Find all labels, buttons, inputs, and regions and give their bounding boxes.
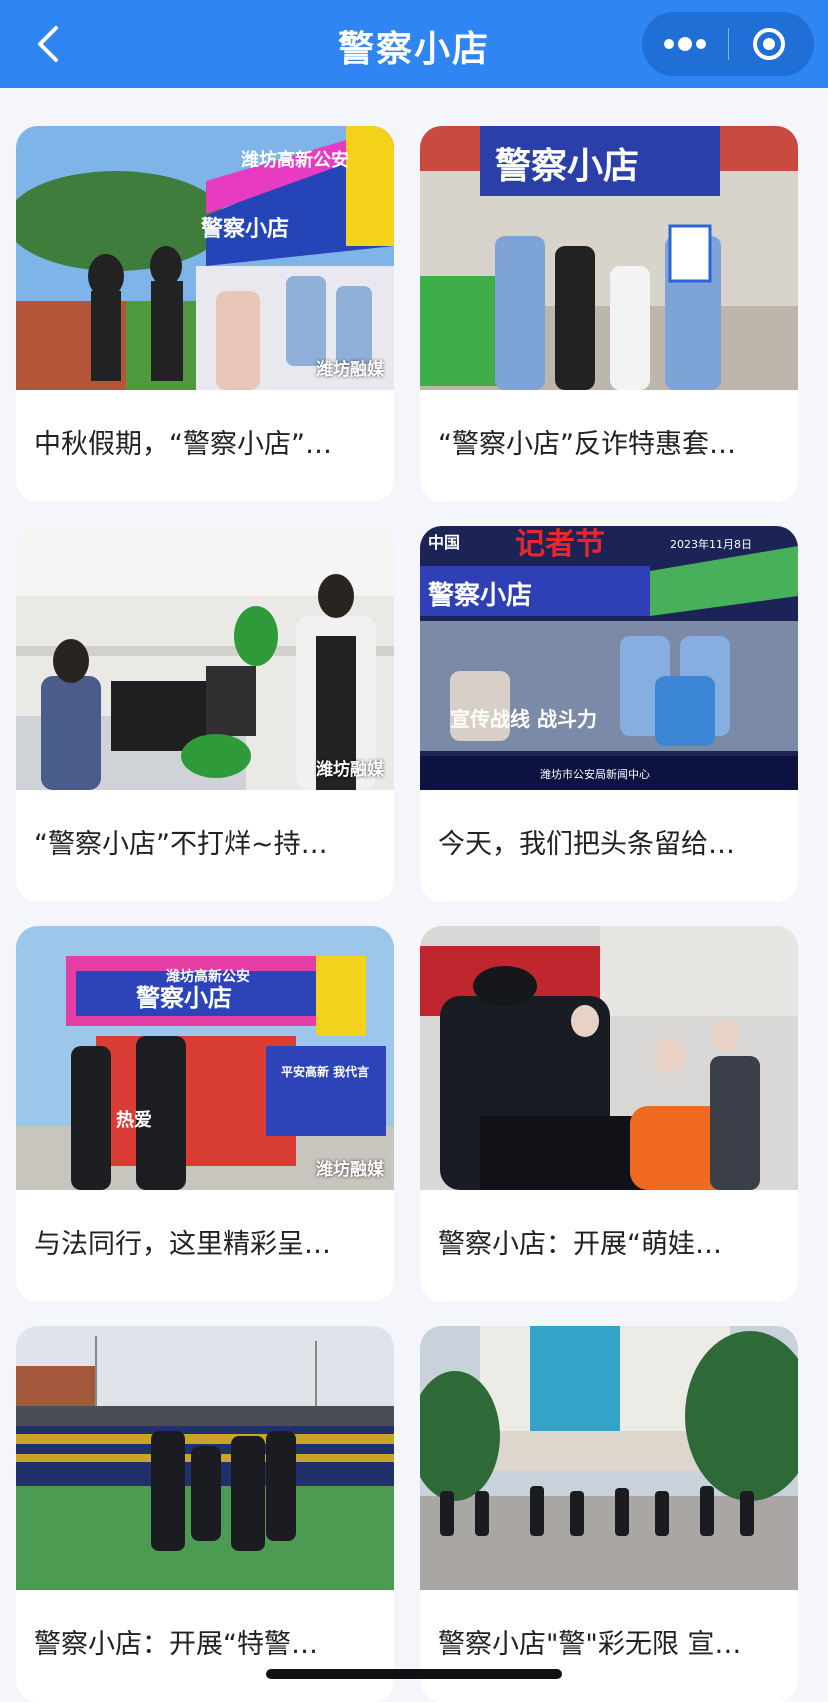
thumb-text: 平安高新 我代言 [281, 1064, 369, 1079]
thumb-text: 潍坊高新公安 [166, 968, 250, 985]
article-card[interactable]: 中国 记者节 2023年11月8日 警察小店 宣传战线 战斗力 潍坊市公安局新闻… [420, 526, 798, 902]
thumb-text: 潍坊市公安局新闻中心 [540, 767, 650, 781]
nav-bar: 警察小店 [0, 0, 828, 88]
article-card[interactable]: 潍坊高新公安 警察小店 潍坊融媒 中秋假期，“警察小店”… [16, 126, 394, 502]
thumb-text: 热爱 [116, 1109, 152, 1131]
article-title: 今天，我们把头条留给… [438, 829, 735, 860]
thumb-text: 警察小店 [135, 984, 232, 1012]
more-button[interactable] [642, 12, 728, 76]
article-thumbnail: 警察小店 [420, 126, 798, 390]
thumb-text: 2023年11月8日 [670, 537, 752, 551]
watermark: 潍坊融媒 [316, 1160, 384, 1180]
article-thumbnail: 潍坊高新公安 警察小店 潍坊融媒 [16, 126, 394, 390]
article-thumbnail [16, 1326, 394, 1590]
close-target-icon [753, 28, 785, 60]
article-card[interactable]: 警察小店"警"彩无限 宣… [420, 1326, 798, 1702]
article-card[interactable]: 警察小店：开展“萌娃… [420, 926, 798, 1302]
article-thumbnail: 潍坊融媒 [16, 526, 394, 790]
watermark: 潍坊融媒 [316, 760, 384, 780]
close-button[interactable] [728, 12, 814, 76]
thumb-text: 潍坊高新公安 [241, 149, 349, 171]
article-thumbnail: 潍坊高新公安 警察小店 平安高新 我代言 热爱 潍坊融媒 [16, 926, 394, 1190]
thumb-text: 记者节 [515, 527, 605, 562]
article-card[interactable]: 潍坊高新公安 警察小店 平安高新 我代言 热爱 潍坊融媒 与法同行，这里精彩呈… [16, 926, 394, 1302]
article-thumbnail [420, 926, 798, 1190]
home-indicator[interactable] [266, 1669, 562, 1679]
article-title: “警察小店”不打烊~持… [34, 829, 328, 860]
thumb-text: 警察小店 [200, 216, 289, 242]
thumb-text: 宣传战线 战斗力 [450, 707, 597, 731]
article-card[interactable]: 警察小店：开展“特警… [16, 1326, 394, 1702]
watermark: 潍坊融媒 [316, 360, 384, 380]
article-title: 中秋假期，“警察小店”… [34, 429, 332, 460]
article-title: 警察小店"警"彩无限 宣… [438, 1629, 742, 1660]
article-title: 警察小店：开展“萌娃… [438, 1229, 722, 1260]
more-dots-icon [664, 37, 706, 51]
thumb-text: 警察小店 [495, 146, 639, 187]
article-thumbnail [420, 1326, 798, 1590]
article-thumbnail: 中国 记者节 2023年11月8日 警察小店 宣传战线 战斗力 潍坊市公安局新闻… [420, 526, 798, 790]
thumb-text: 中国 [428, 533, 460, 552]
article-title: 警察小店：开展“特警… [34, 1629, 318, 1660]
thumb-text: 警察小店 [428, 580, 532, 611]
article-title: 与法同行，这里精彩呈… [34, 1229, 331, 1260]
article-card[interactable]: 潍坊融媒 “警察小店”不打烊~持… [16, 526, 394, 902]
article-title: “警察小店”反诈特惠套… [438, 429, 736, 460]
miniprogram-capsule [642, 12, 814, 76]
article-card[interactable]: 警察小店 “警察小店”反诈特惠套… [420, 126, 798, 502]
